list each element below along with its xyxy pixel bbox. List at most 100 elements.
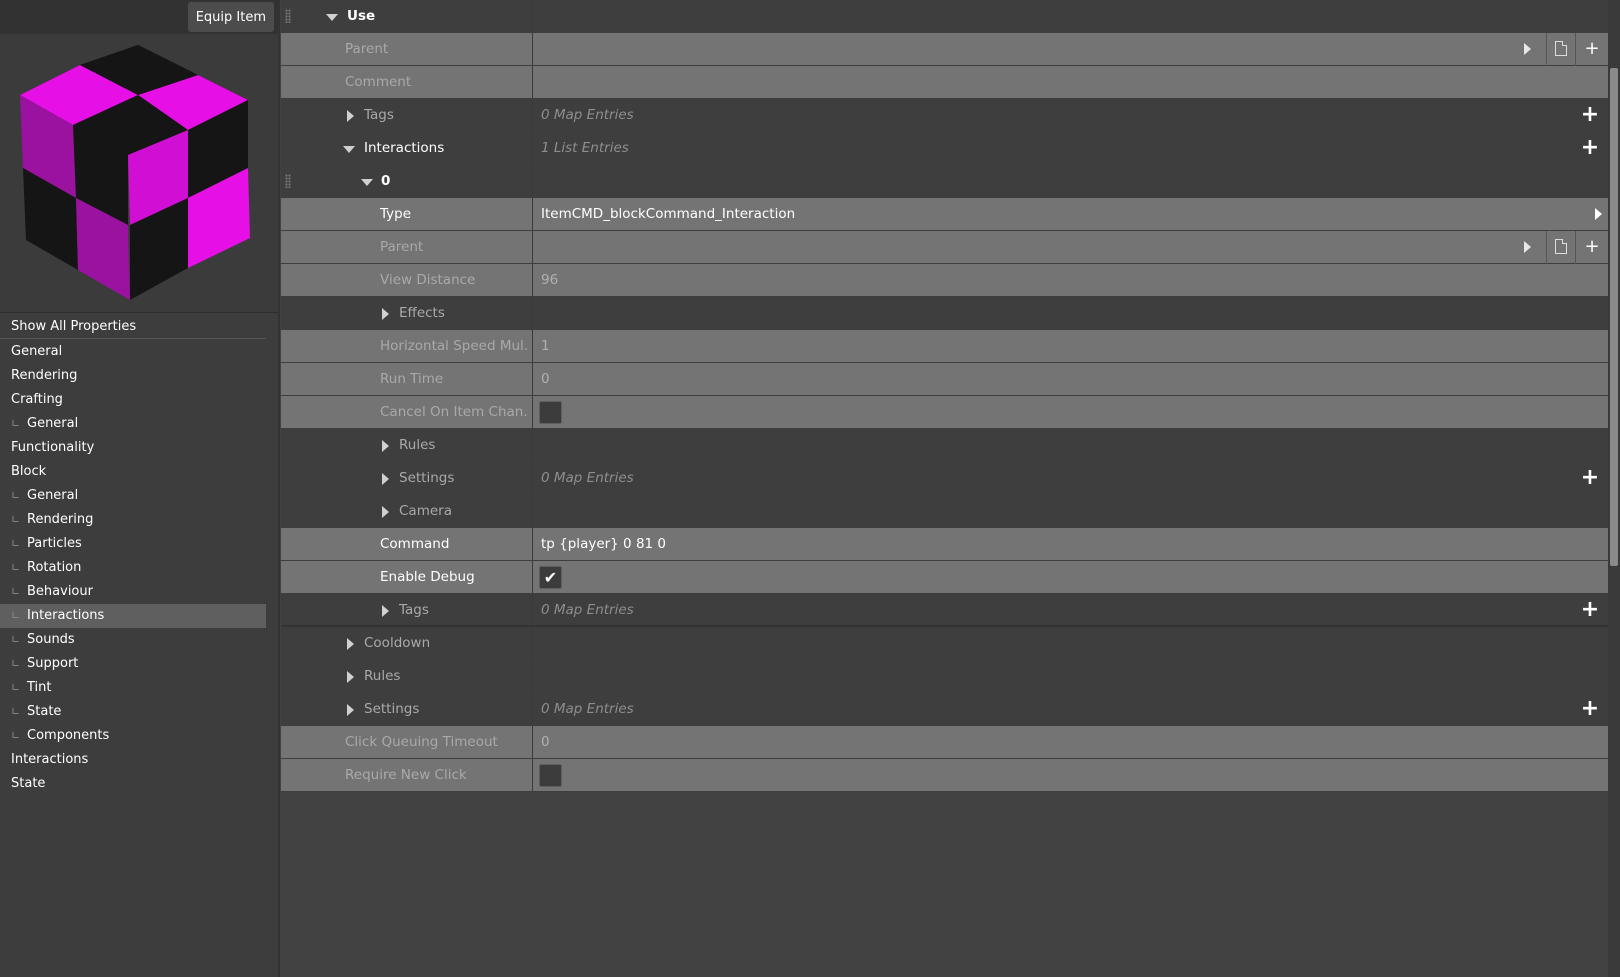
- property-row: Parent +: [281, 231, 1608, 264]
- checkbox-unchecked[interactable]: [539, 401, 562, 424]
- property-value-cell[interactable]: ItemCMD_blockCommand_Interaction: [533, 198, 1608, 230]
- property-value-cell[interactable]: ✔: [533, 561, 1608, 593]
- expand-arrow-icon[interactable]: [347, 704, 354, 716]
- nav-item-label: Particles: [27, 536, 82, 551]
- property-label-cell: Rules: [281, 429, 533, 461]
- property-value-cell[interactable]: 96: [533, 264, 1608, 296]
- property-value[interactable]: 0: [541, 363, 550, 396]
- tree-branch-icon: ∟: [11, 729, 21, 742]
- checkbox-checked[interactable]: ✔: [539, 566, 562, 589]
- expand-arrow-icon[interactable]: [382, 308, 389, 320]
- nav-item-show-all-properties[interactable]: Show All Properties: [0, 315, 266, 339]
- nav-item-functionality[interactable]: Functionality: [0, 436, 266, 460]
- collapse-arrow-icon[interactable]: [326, 14, 338, 21]
- nav-item-crafting[interactable]: Crafting: [0, 388, 266, 412]
- property-row: Cancel On Item Chan...: [281, 396, 1608, 429]
- expand-arrow-icon[interactable]: [382, 440, 389, 452]
- nav-item-behaviour[interactable]: ∟ Behaviour: [0, 580, 266, 604]
- expand-arrow-icon[interactable]: [347, 110, 354, 122]
- collapse-arrow-icon[interactable]: [361, 179, 373, 186]
- property-label-cell: Type: [281, 198, 533, 230]
- nav-item-state[interactable]: State: [0, 772, 266, 796]
- property-label-cell: Tags: [281, 594, 533, 625]
- nav-item-interactions[interactable]: ∟ Interactions: [0, 604, 266, 628]
- property-row: Comment: [281, 66, 1608, 99]
- nav-item-particles[interactable]: ∟ Particles: [0, 532, 266, 556]
- add-reference-button[interactable]: +: [1580, 37, 1604, 61]
- open-reference-arrow-icon[interactable]: [1524, 43, 1531, 55]
- nav-item-rendering[interactable]: Rendering: [0, 364, 266, 388]
- nav-item-rotation[interactable]: ∟ Rotation: [0, 556, 266, 580]
- nav-item-label: Functionality: [11, 440, 95, 455]
- property-label: Comment: [345, 74, 412, 90]
- property-value[interactable]: 1: [541, 330, 550, 363]
- nav-item-sounds[interactable]: ∟ Sounds: [0, 628, 266, 652]
- nav-item-support[interactable]: ∟ Support: [0, 652, 266, 676]
- add-entry-button[interactable]: +: [1580, 698, 1600, 720]
- expand-arrow-icon[interactable]: [382, 506, 389, 518]
- entries-count: 0 Map Entries: [541, 107, 634, 123]
- item-preview[interactable]: [0, 34, 278, 312]
- property-label-cell: View Distance: [281, 264, 533, 296]
- property-value-cell: [533, 0, 1608, 32]
- nav-item-rendering[interactable]: ∟ Rendering: [0, 508, 266, 532]
- property-value-cell: 1 List Entries +: [533, 132, 1608, 164]
- property-value-cell: [533, 660, 1608, 692]
- property-value[interactable]: 0: [541, 726, 550, 759]
- property-value-cell[interactable]: +: [533, 231, 1608, 264]
- property-label: Click Queuing Timeout: [345, 734, 498, 750]
- property-value[interactable]: ItemCMD_blockCommand_Interaction: [541, 198, 795, 231]
- document-icon[interactable]: [1546, 33, 1576, 66]
- property-value-cell[interactable]: 1: [533, 330, 1608, 362]
- property-value-cell[interactable]: [533, 759, 1608, 791]
- property-value-cell: [533, 297, 1608, 329]
- property-label-cell: Settings: [281, 462, 533, 494]
- property-value[interactable]: 96: [541, 264, 558, 297]
- nav-item-components[interactable]: ∟ Components: [0, 724, 266, 748]
- property-value-cell[interactable]: 0: [533, 363, 1608, 395]
- nav-item-tint[interactable]: ∟ Tint: [0, 676, 266, 700]
- property-label-cell: Enable Debug: [281, 561, 533, 593]
- property-label: Horizontal Speed Mul...: [380, 338, 529, 354]
- equip-item-button[interactable]: Equip Item: [187, 2, 274, 32]
- property-value[interactable]: tp {player} 0 81 0: [541, 528, 666, 561]
- property-value-cell: [533, 429, 1608, 461]
- checkbox-unchecked[interactable]: [539, 764, 562, 787]
- expand-arrow-icon[interactable]: [347, 638, 354, 650]
- drag-handle-icon[interactable]: [285, 9, 291, 23]
- add-entry-button[interactable]: +: [1580, 599, 1600, 621]
- add-entry-button[interactable]: +: [1580, 137, 1600, 159]
- tree-branch-icon: ∟: [11, 561, 21, 574]
- add-entry-button[interactable]: +: [1580, 104, 1600, 126]
- expand-arrow-icon[interactable]: [347, 671, 354, 683]
- drag-handle-icon[interactable]: [285, 174, 291, 188]
- property-row: Settings 0 Map Entries +: [281, 693, 1608, 726]
- property-value-cell[interactable]: tp {player} 0 81 0: [533, 528, 1608, 560]
- scrollbar-thumb[interactable]: [1610, 68, 1618, 566]
- expand-arrow-icon[interactable]: [382, 605, 389, 617]
- property-label: Type: [380, 206, 412, 222]
- nav-item-label: Block: [11, 464, 47, 479]
- property-value-cell[interactable]: [533, 396, 1608, 428]
- add-reference-button[interactable]: +: [1580, 235, 1604, 259]
- property-value-cell[interactable]: 0: [533, 726, 1608, 758]
- property-value-cell[interactable]: +: [533, 33, 1608, 66]
- property-value-cell: 0 Map Entries +: [533, 99, 1608, 131]
- property-value-cell: [533, 627, 1608, 659]
- nav-item-block[interactable]: Block: [0, 460, 266, 484]
- nav-item-state[interactable]: ∟ State: [0, 700, 266, 724]
- open-reference-arrow-icon[interactable]: [1524, 241, 1531, 253]
- dropdown-arrow-icon[interactable]: [1595, 208, 1602, 220]
- add-entry-button[interactable]: +: [1580, 467, 1600, 489]
- property-row: 0: [281, 165, 1608, 198]
- collapse-arrow-icon[interactable]: [343, 146, 355, 153]
- expand-arrow-icon[interactable]: [382, 473, 389, 485]
- nav-item-general[interactable]: ∟ General: [0, 412, 266, 436]
- property-row: Run Time 0: [281, 363, 1608, 396]
- nav-item-interactions[interactable]: Interactions: [0, 748, 266, 772]
- nav-item-general[interactable]: General: [0, 340, 266, 364]
- nav-item-general[interactable]: ∟ General: [0, 484, 266, 508]
- property-label-cell: Horizontal Speed Mul...: [281, 330, 533, 362]
- document-icon[interactable]: [1546, 231, 1576, 264]
- property-value-cell: 0 Map Entries +: [533, 462, 1608, 494]
